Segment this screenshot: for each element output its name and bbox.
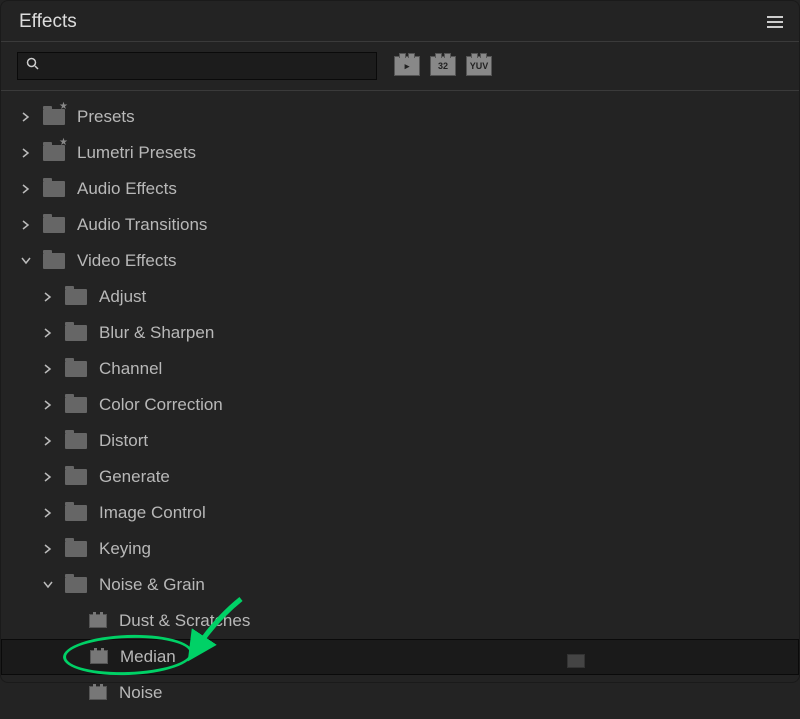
chevron-right-icon bbox=[41, 434, 55, 448]
item-label: Dust & Scratches bbox=[119, 611, 250, 631]
item-label: Adjust bbox=[99, 287, 146, 307]
chevron-right-icon bbox=[41, 506, 55, 520]
folder-icon bbox=[43, 217, 65, 233]
item-label: Median bbox=[120, 647, 176, 667]
tree-item-distort[interactable]: Distort bbox=[1, 423, 799, 459]
yuv-filter-button[interactable]: YUV bbox=[465, 54, 493, 78]
effect-icon bbox=[89, 686, 107, 700]
search-container[interactable] bbox=[17, 52, 377, 80]
folder-icon bbox=[43, 181, 65, 197]
folder-icon bbox=[65, 361, 87, 377]
effect-icon bbox=[89, 614, 107, 628]
item-label: Noise bbox=[119, 683, 162, 703]
search-icon bbox=[26, 57, 40, 76]
effect-icon bbox=[90, 650, 108, 664]
chevron-down-icon bbox=[19, 254, 33, 268]
chevron-down-icon bbox=[41, 578, 55, 592]
chevron-right-icon bbox=[19, 218, 33, 232]
item-label: Channel bbox=[99, 359, 162, 379]
tree-item-blur-sharpen[interactable]: Blur & Sharpen bbox=[1, 315, 799, 351]
tree-item-lumetri-presets[interactable]: Lumetri Presets bbox=[1, 135, 799, 171]
tree-item-noise-grain[interactable]: Noise & Grain bbox=[1, 567, 799, 603]
tree-item-image-control[interactable]: Image Control bbox=[1, 495, 799, 531]
tree-item-audio-transitions[interactable]: Audio Transitions bbox=[1, 207, 799, 243]
tree-item-median[interactable]: Median bbox=[1, 639, 799, 675]
panel-menu-icon[interactable] bbox=[767, 16, 783, 28]
folder-starred-icon bbox=[43, 145, 65, 161]
tree-item-noise[interactable]: Noise bbox=[1, 675, 799, 711]
folder-icon bbox=[65, 289, 87, 305]
toolbar: ▸ 32 YUV bbox=[1, 42, 799, 91]
chevron-right-icon bbox=[41, 362, 55, 376]
chevron-right-icon bbox=[19, 110, 33, 124]
chevron-right-icon bbox=[41, 470, 55, 484]
chevron-right-icon bbox=[41, 290, 55, 304]
effect-badge-icon bbox=[567, 654, 585, 668]
item-label: Audio Transitions bbox=[77, 215, 207, 235]
item-label: Video Effects bbox=[77, 251, 177, 271]
item-label: Blur & Sharpen bbox=[99, 323, 214, 343]
chevron-right-icon bbox=[41, 326, 55, 340]
item-label: Generate bbox=[99, 467, 170, 487]
item-label: Distort bbox=[99, 431, 148, 451]
item-label: Audio Effects bbox=[77, 179, 177, 199]
item-label: Keying bbox=[99, 539, 151, 559]
effects-tree: Presets Lumetri Presets Audio Effects Au… bbox=[1, 91, 799, 719]
folder-icon bbox=[65, 325, 87, 341]
panel-title: Effects bbox=[19, 11, 77, 33]
item-label: Color Correction bbox=[99, 395, 223, 415]
folder-icon bbox=[65, 541, 87, 557]
folder-icon bbox=[65, 469, 87, 485]
tree-item-audio-effects[interactable]: Audio Effects bbox=[1, 171, 799, 207]
item-label: Noise & Grain bbox=[99, 575, 205, 595]
tree-item-generate[interactable]: Generate bbox=[1, 459, 799, 495]
32bit-filter-button[interactable]: 32 bbox=[429, 54, 457, 78]
tree-item-video-effects[interactable]: Video Effects bbox=[1, 243, 799, 279]
tree-item-dust-scratches[interactable]: Dust & Scratches bbox=[1, 603, 799, 639]
chevron-right-icon bbox=[19, 146, 33, 160]
tree-item-keying[interactable]: Keying bbox=[1, 531, 799, 567]
search-input[interactable] bbox=[46, 58, 368, 74]
chevron-right-icon bbox=[41, 398, 55, 412]
panel-header: Effects bbox=[1, 1, 799, 42]
tree-item-color-correction[interactable]: Color Correction bbox=[1, 387, 799, 423]
chevron-right-icon bbox=[19, 182, 33, 196]
folder-icon bbox=[65, 433, 87, 449]
folder-starred-icon bbox=[43, 109, 65, 125]
folder-icon bbox=[65, 397, 87, 413]
folder-icon bbox=[65, 577, 87, 593]
accelerated-filter-button[interactable]: ▸ bbox=[393, 54, 421, 78]
folder-icon bbox=[43, 253, 65, 269]
item-label: Presets bbox=[77, 107, 135, 127]
chevron-right-icon bbox=[41, 542, 55, 556]
folder-icon bbox=[65, 505, 87, 521]
tree-item-adjust[interactable]: Adjust bbox=[1, 279, 799, 315]
tree-item-presets[interactable]: Presets bbox=[1, 99, 799, 135]
tree-item-channel[interactable]: Channel bbox=[1, 351, 799, 387]
item-label: Image Control bbox=[99, 503, 206, 523]
item-label: Lumetri Presets bbox=[77, 143, 196, 163]
